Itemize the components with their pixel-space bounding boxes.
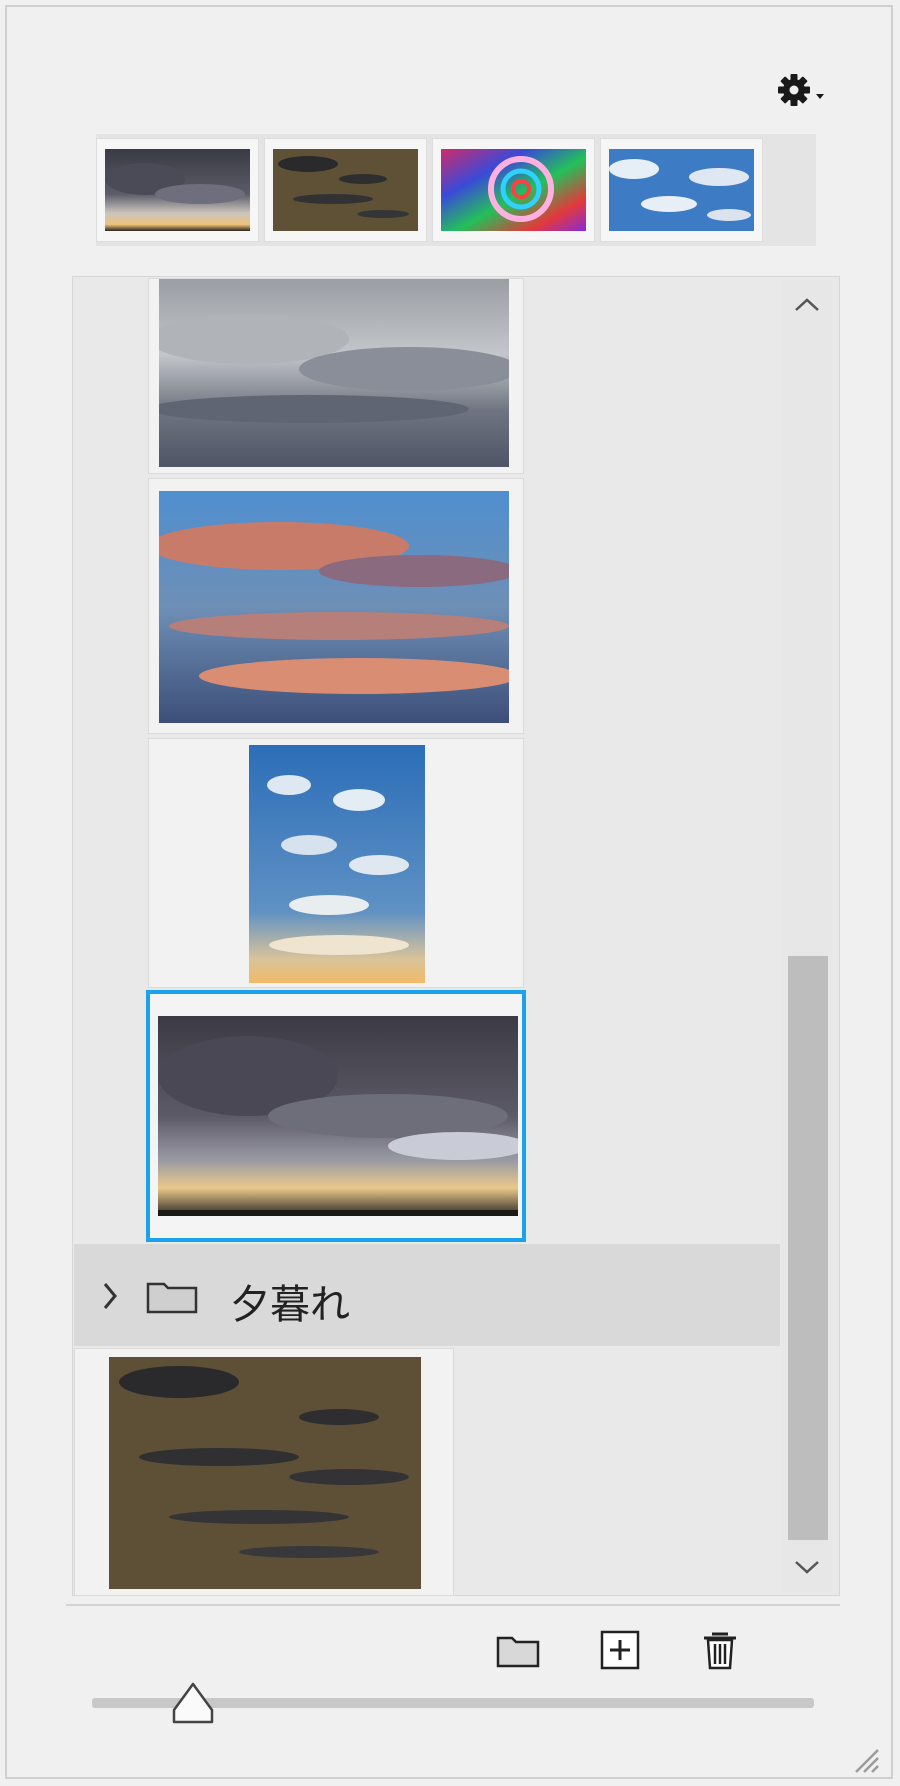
library-item-3[interactable] [148,738,524,988]
recent-skies-strip [96,134,816,246]
gray-overcast-thumbnail [159,279,509,467]
settings-menu-button[interactable] [772,68,832,112]
recent-thumb-2[interactable] [264,138,427,242]
library-item-2[interactable] [148,478,524,734]
recent-thumb-1[interactable] [96,138,259,242]
storm-horizon-thumbnail [158,1016,518,1216]
new-group-button[interactable] [494,1626,542,1674]
trash-icon [704,1632,736,1670]
group-item-1[interactable] [74,1348,454,1596]
gear-icon [778,74,824,106]
chevron-right-icon[interactable] [100,1278,120,1314]
blue-sky-altocumulus-thumbnail [249,745,425,983]
pink-sunset-thumbnail [159,491,509,723]
scroll-down-button[interactable] [782,1542,832,1592]
colorful-swirl-thumbnail [441,149,586,231]
library-item-1[interactable] [148,278,524,474]
library-item-4[interactable] [146,990,526,1242]
dark-dusk-thumbnail [273,149,418,231]
group-label: 夕暮れ [230,1282,350,1328]
stormy-sunset-thumbnail [105,149,250,231]
scroll-thumb[interactable] [788,956,828,1540]
group-row-dusk[interactable]: 夕暮れ [74,1244,780,1346]
scroll-up-button[interactable] [782,280,832,330]
folder-icon [496,1636,540,1668]
library-scrollbar[interactable] [782,280,832,1592]
delete-sky-button[interactable] [696,1626,744,1674]
recent-thumb-3[interactable] [432,138,595,242]
dark-dusk-thumbnail [109,1357,421,1589]
chevron-down-icon [795,1561,819,1574]
recent-thumb-4[interactable] [600,138,763,242]
add-sky-button[interactable] [596,1626,644,1674]
blue-sky-thumbnail [609,149,754,231]
chevron-up-icon [795,298,819,311]
slider-handle[interactable] [170,1680,216,1728]
add-square-icon [600,1630,640,1670]
slider-triangle-icon [172,1682,214,1724]
resize-grip[interactable] [846,1740,882,1776]
footer-divider [66,1604,840,1606]
resize-grip-icon [855,1749,879,1773]
folder-icon [146,1282,198,1314]
caret-down-icon [816,94,824,99]
